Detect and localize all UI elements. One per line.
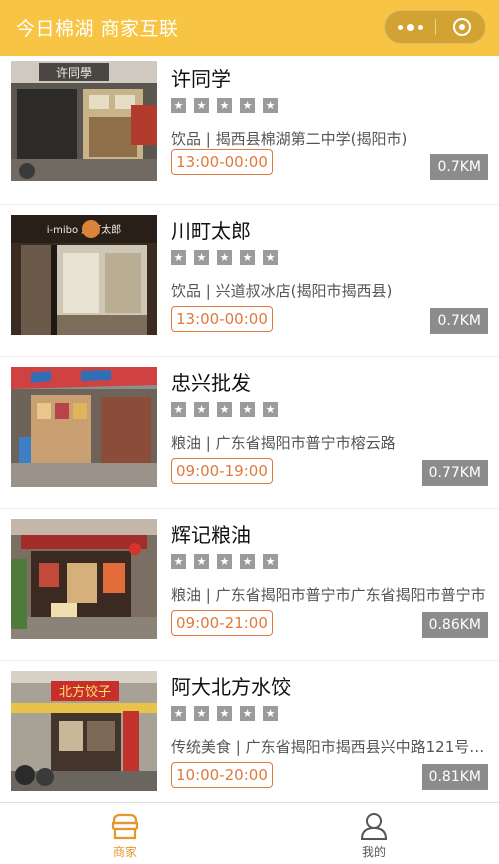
rating-stars: ★ ★ ★ ★ ★ [171, 554, 278, 569]
shop-icon [111, 813, 139, 840]
store-category: 传统美食 [171, 738, 232, 756]
distance-badge: 0.77KM [421, 460, 488, 486]
star-icon: ★ [171, 98, 186, 113]
distance-badge: 0.86KM [421, 612, 488, 638]
store-thumbnail [11, 367, 157, 487]
store-card[interactable]: 辉记粮油 ★ ★ ★ ★ ★ 粮油 | 广东省揭阳市普宁市广东省揭阳市普宁市 0… [0, 509, 499, 661]
star-icon: ★ [194, 250, 209, 265]
store-description: 传统美食 | 广东省揭阳市揭西县兴中路121号鸿发宾馆 [171, 736, 489, 757]
star-icon: ★ [217, 706, 232, 721]
distance-badge: 0.81KM [421, 764, 488, 790]
tab-merchants[interactable]: 商家 [65, 803, 185, 864]
store-address: 广东省揭阳市揭西县兴中路121号鸿发宾馆 [245, 738, 489, 756]
user-icon [360, 813, 388, 840]
star-icon: ★ [194, 98, 209, 113]
star-icon: ★ [263, 554, 278, 569]
business-hours: 09:00-21:00 [171, 610, 273, 636]
store-category: 饮品 [171, 282, 202, 300]
star-icon: ★ [240, 706, 255, 721]
store-card[interactable]: 许同學 许同学 ★ ★ ★ ★ ★ 饮品 | 揭西县棉湖第二中学(揭阳市) 13… [0, 56, 499, 205]
more-options-icon[interactable] [385, 11, 435, 43]
store-name[interactable]: 忠兴批发 [171, 367, 251, 396]
distance-badge: 0.7KM [430, 308, 488, 334]
store-card[interactable]: 北方饺子 阿大北方水饺 ★ ★ ★ ★ ★ 传统美食 | 广东省揭阳市揭西县兴中… [0, 661, 499, 801]
star-icon: ★ [171, 402, 186, 417]
store-address: 广东省揭阳市普宁市广东省揭阳市普宁市 [215, 586, 486, 604]
distance-badge: 0.7KM [430, 154, 488, 180]
star-icon: ★ [240, 98, 255, 113]
tab-mine[interactable]: 我的 [314, 803, 434, 864]
star-icon: ★ [240, 554, 255, 569]
star-icon: ★ [240, 402, 255, 417]
store-category: 粮油 [171, 586, 202, 604]
star-icon: ★ [263, 250, 278, 265]
rating-stars: ★ ★ ★ ★ ★ [171, 706, 278, 721]
store-name[interactable]: 川町太郎 [171, 215, 251, 244]
store-category: 饮品 [171, 130, 202, 148]
store-name[interactable]: 阿大北方水饺 [171, 671, 291, 700]
store-name[interactable]: 许同学 [171, 63, 231, 92]
store-name[interactable]: 辉记粮油 [171, 519, 251, 548]
star-icon: ★ [217, 402, 232, 417]
tab-label: 我的 [361, 845, 386, 859]
store-description: 饮品 | 兴道叔冰店(揭阳市揭西县) [171, 282, 393, 300]
store-description: 粮油 | 广东省揭阳市普宁市榕云路 [171, 434, 396, 452]
star-icon: ★ [263, 98, 278, 113]
top-bar: 今日棉湖 商家互联 [0, 0, 499, 56]
star-icon: ★ [217, 250, 232, 265]
capsule-divider [435, 19, 436, 35]
store-address: 广东省揭阳市普宁市榕云路 [215, 434, 396, 452]
shop-sign-text: 许同學 [56, 66, 92, 80]
star-icon: ★ [194, 402, 209, 417]
store-card[interactable]: i-mibo 川町太郎 川町太郎 ★ ★ ★ ★ ★ 饮品 | 兴道叔冰店(揭阳… [0, 205, 499, 357]
star-icon: ★ [171, 554, 186, 569]
business-hours: 13:00-00:00 [171, 149, 273, 175]
rating-stars: ★ ★ ★ ★ ★ [171, 402, 278, 417]
store-thumbnail: 北方饺子 [11, 671, 157, 791]
store-description: 饮品 | 揭西县棉湖第二中学(揭阳市) [171, 130, 408, 148]
store-card[interactable]: 忠兴批发 ★ ★ ★ ★ ★ 粮油 | 广东省揭阳市普宁市榕云路 09:00-1… [0, 357, 499, 509]
store-address: 兴道叔冰店(揭阳市揭西县) [215, 282, 393, 300]
rating-stars: ★ ★ ★ ★ ★ [171, 250, 278, 265]
store-description: 粮油 | 广东省揭阳市普宁市广东省揭阳市普宁市 [171, 586, 486, 604]
shop-sign-text: 北方饺子 [59, 684, 111, 700]
app-title: 今日棉湖 商家互联 [16, 18, 179, 40]
store-thumbnail [11, 519, 157, 639]
store-list: 许同學 许同学 ★ ★ ★ ★ ★ 饮品 | 揭西县棉湖第二中学(揭阳市) 13… [0, 56, 499, 801]
star-icon: ★ [194, 706, 209, 721]
star-icon: ★ [240, 250, 255, 265]
star-icon: ★ [171, 706, 186, 721]
star-icon: ★ [217, 98, 232, 113]
store-thumbnail: 许同學 [11, 61, 157, 181]
business-hours: 10:00-20:00 [171, 762, 273, 788]
rating-stars: ★ ★ ★ ★ ★ [171, 98, 278, 113]
store-thumbnail: i-mibo 川町太郎 [11, 215, 157, 335]
star-icon: ★ [171, 250, 186, 265]
tab-label: 商家 [112, 845, 137, 859]
star-icon: ★ [217, 554, 232, 569]
star-icon: ★ [263, 706, 278, 721]
business-hours: 09:00-19:00 [171, 458, 273, 484]
bottom-tab-bar: 商家 我的 [0, 802, 499, 864]
store-address: 揭西县棉湖第二中学(揭阳市) [215, 130, 408, 148]
star-icon: ★ [194, 554, 209, 569]
store-category: 粮油 [171, 434, 202, 452]
close-mini-program-icon[interactable] [453, 18, 471, 36]
business-hours: 13:00-00:00 [171, 306, 273, 332]
mini-program-capsule [384, 10, 486, 44]
star-icon: ★ [263, 402, 278, 417]
